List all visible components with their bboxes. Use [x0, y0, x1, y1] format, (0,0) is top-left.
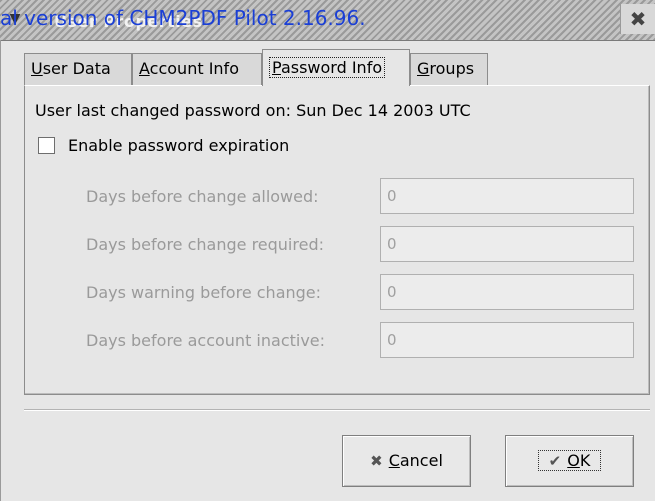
- days-warning-before-change-label: Days warning before change:: [86, 283, 322, 302]
- tab-label: ser Data: [42, 59, 111, 78]
- days-before-account-inactive-input[interactable]: [380, 322, 634, 358]
- tab-groups[interactable]: Groups: [410, 53, 488, 85]
- enable-expiration-label[interactable]: Enable password expiration: [68, 136, 289, 155]
- ok-mnemonic: O: [567, 451, 580, 470]
- days-before-change-required-label: Days before change required:: [86, 235, 324, 254]
- ok-button[interactable]: ✔ OK: [505, 435, 634, 487]
- tab-password-info[interactable]: Password Info: [262, 49, 410, 86]
- cancel-x-icon: ✖: [370, 452, 383, 470]
- tab-focus-ring: Password Info: [269, 57, 386, 78]
- enable-expiration-checkbox[interactable]: [38, 137, 55, 154]
- user-properties-window: ▼ User Properties ✖ al version of CHM2PD…: [0, 0, 655, 501]
- cancel-button[interactable]: ✖ Cancel: [342, 435, 471, 487]
- close-icon[interactable]: ✖: [620, 4, 655, 34]
- ok-focus-ring: ✔ OK: [537, 450, 602, 471]
- tab-account-info[interactable]: Account Info: [132, 53, 262, 85]
- title-bar[interactable]: ▼ User Properties ✖ al version of CHM2PD…: [0, 0, 655, 41]
- days-before-change-allowed-label: Days before change allowed:: [86, 187, 319, 206]
- ok-label: K: [579, 451, 591, 470]
- days-before-change-allowed-input[interactable]: [380, 178, 634, 214]
- tab-mnemonic: G: [417, 59, 430, 78]
- tab-mnemonic: P: [272, 58, 281, 77]
- days-before-change-required-input[interactable]: [380, 226, 634, 262]
- tab-label: ccount Info: [149, 59, 239, 78]
- last-changed-text: User last changed password on: Sun Dec 1…: [35, 101, 471, 120]
- tab-mnemonic: U: [31, 59, 43, 78]
- window-left-border: [0, 40, 1, 501]
- tab-label: assword Info: [280, 58, 383, 77]
- days-before-account-inactive-label: Days before account inactive:: [86, 331, 326, 350]
- button-separator: [24, 409, 650, 411]
- tab-user-data[interactable]: User Data: [24, 53, 132, 85]
- tab-mnemonic: A: [139, 59, 150, 78]
- days-warning-before-change-input[interactable]: [380, 274, 634, 310]
- cancel-label: ancel: [399, 451, 443, 470]
- cancel-mnemonic: C: [388, 451, 400, 470]
- tab-label: roups: [429, 59, 475, 78]
- checkmark-icon: ✔: [548, 452, 562, 470]
- watermark-text: al version of CHM2PDF Pilot 2.16.96.: [0, 6, 366, 30]
